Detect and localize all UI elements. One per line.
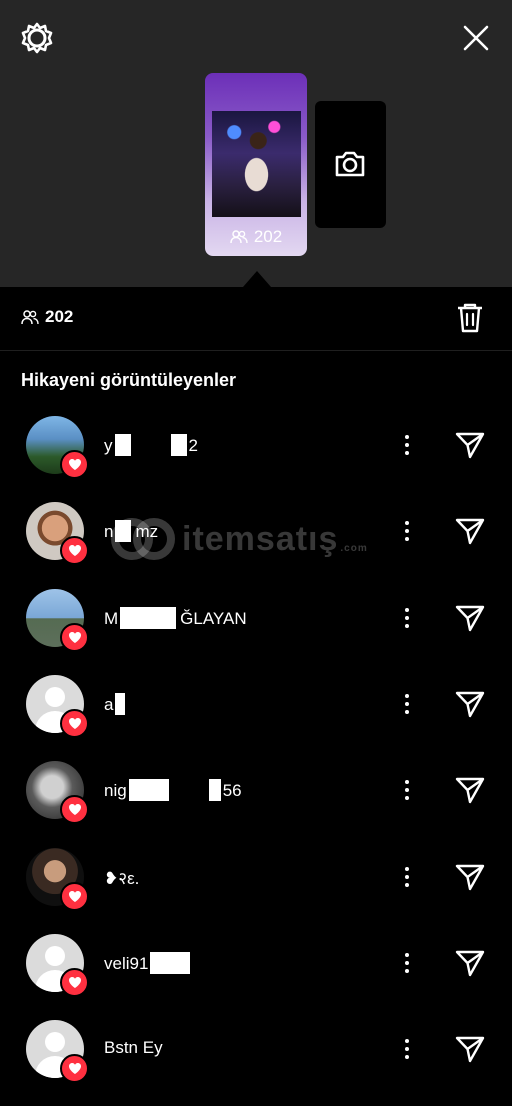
viewers-icon [21, 309, 39, 324]
trash-icon[interactable] [456, 302, 484, 334]
viewer-row[interactable]: M ĞLAYAN [0, 589, 512, 675]
gear-icon[interactable] [20, 21, 54, 55]
heart-icon [60, 450, 89, 479]
username-suffix: 2 [188, 436, 198, 455]
heart-icon [60, 882, 89, 911]
send-message-icon[interactable] [455, 516, 485, 546]
avatar-head [45, 946, 65, 966]
redaction-block [170, 434, 187, 456]
send-message-icon[interactable] [455, 689, 485, 719]
stats-row: 202 [0, 287, 512, 351]
story-thumbnail-card[interactable]: 202 [205, 73, 307, 256]
redaction-block [114, 434, 131, 456]
more-options-icon[interactable] [400, 777, 414, 803]
avatar-head [45, 1032, 65, 1052]
send-message-icon[interactable] [455, 948, 485, 978]
viewer-row[interactable]: nig 56 [0, 761, 512, 847]
send-message-icon[interactable] [455, 1034, 485, 1064]
username-prefix: veli91 [104, 954, 149, 973]
viewer-row[interactable]: n mz [0, 502, 512, 588]
username-prefix: a [104, 695, 114, 714]
viewer-row[interactable]: a [0, 675, 512, 761]
more-options-icon[interactable] [400, 691, 414, 717]
redaction-block [115, 693, 126, 715]
viewer-username[interactable]: nig 56 [104, 779, 242, 801]
viewer-username[interactable]: M ĞLAYAN [104, 607, 247, 629]
redaction-block [115, 520, 132, 542]
viewer-username[interactable]: veli91 [104, 952, 194, 974]
viewer-username[interactable]: ❥२ε. [104, 866, 139, 889]
username-prefix: ❥२ε. [104, 869, 140, 888]
redaction-block [150, 952, 191, 974]
camera-icon [335, 151, 365, 177]
more-options-icon[interactable] [400, 1036, 414, 1062]
story-view-count: 202 [205, 227, 307, 247]
heart-icon [60, 709, 89, 738]
redaction-block [120, 607, 177, 629]
username-suffix: mz [135, 522, 159, 541]
heart-icon [60, 623, 89, 652]
send-message-icon[interactable] [455, 862, 485, 892]
heart-icon [60, 1054, 89, 1083]
viewer-username[interactable]: a [104, 693, 129, 715]
username-prefix: y [104, 436, 113, 455]
view-count: 202 [21, 307, 73, 327]
username-prefix: M [104, 609, 119, 628]
heart-icon [60, 795, 89, 824]
send-message-icon[interactable] [455, 603, 485, 633]
more-options-icon[interactable] [400, 432, 414, 458]
username-suffix: ĞLAYAN [180, 609, 247, 628]
username-prefix: n [104, 522, 114, 541]
more-options-icon[interactable] [400, 605, 414, 631]
viewer-row[interactable]: Bstn Ey [0, 1020, 512, 1106]
redaction-block [208, 779, 221, 801]
viewer-username[interactable]: n mz [104, 520, 158, 542]
view-count-value: 202 [45, 307, 74, 326]
username-prefix: nig [104, 781, 127, 800]
viewer-username[interactable]: y2 [104, 434, 198, 456]
username-suffix: 56 [222, 781, 242, 800]
story-header: 202 [0, 0, 512, 287]
heart-icon [60, 536, 89, 565]
selection-caret [243, 271, 271, 287]
viewers-icon [230, 230, 248, 244]
more-options-icon[interactable] [400, 518, 414, 544]
viewer-row[interactable]: ❥२ε. [0, 848, 512, 934]
story-view-count-value: 202 [253, 227, 283, 246]
heart-icon [60, 968, 89, 997]
close-icon[interactable] [460, 22, 492, 54]
story-image [212, 111, 301, 217]
more-options-icon[interactable] [400, 950, 414, 976]
username-prefix: Bstn Ey [104, 1038, 163, 1057]
send-message-icon[interactable] [455, 430, 485, 460]
viewer-row[interactable]: y2 [0, 416, 512, 502]
more-options-icon[interactable] [400, 864, 414, 890]
viewer-username[interactable]: Bstn Ey [104, 1038, 163, 1058]
viewer-row[interactable]: veli91 [0, 934, 512, 1020]
add-story-card[interactable] [315, 101, 386, 228]
redaction-block [128, 779, 169, 801]
avatar-head [45, 687, 65, 707]
viewers-section-title: Hikayeni görüntüleyenler [21, 370, 237, 390]
send-message-icon[interactable] [455, 775, 485, 805]
